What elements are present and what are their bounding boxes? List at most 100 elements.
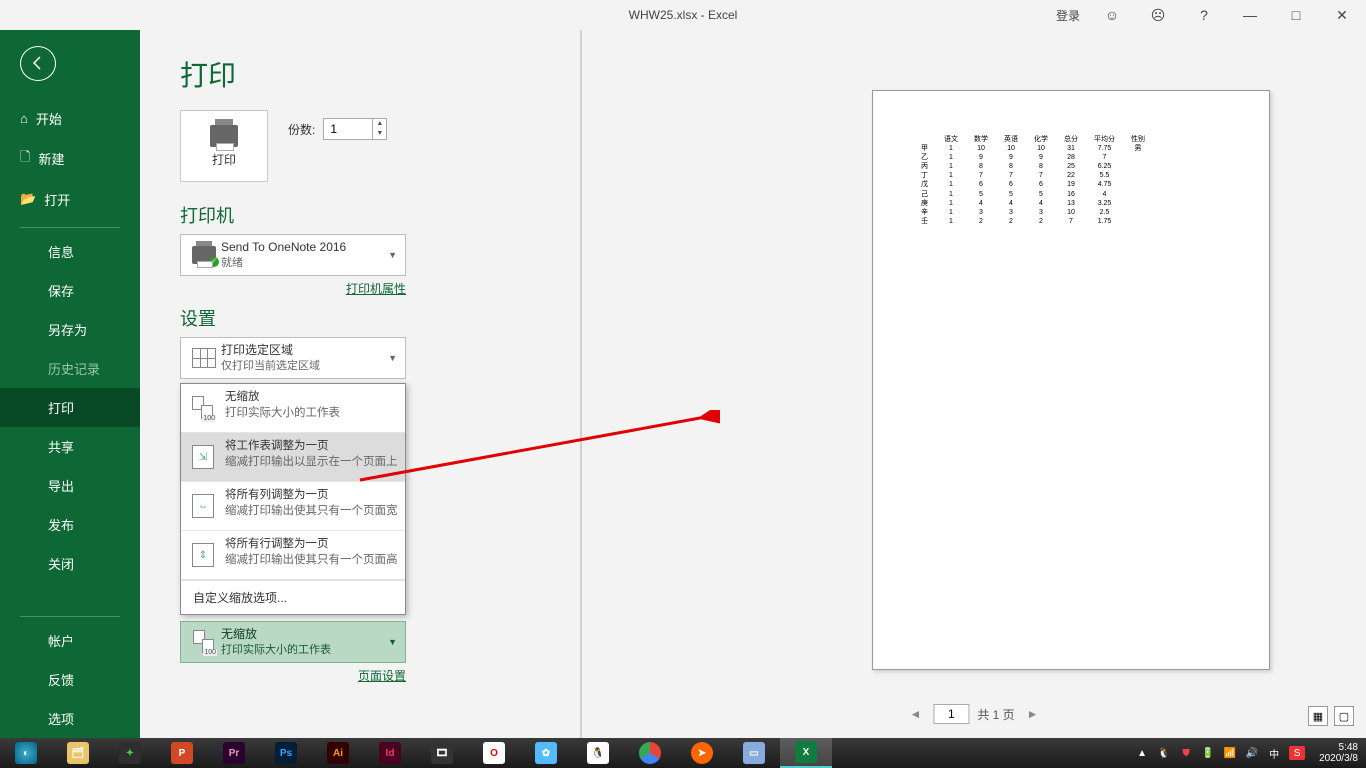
scaling-selector[interactable]: 100 无缩放 打印实际大小的工作表 ▼ — [180, 621, 406, 663]
fit-page-icon: ⇲ — [192, 445, 214, 469]
print-area-selector[interactable]: 打印选定区域 仅打印当前选定区域 ▼ — [180, 337, 406, 379]
sidebar-info[interactable]: 信息 — [0, 232, 140, 271]
prev-page-button[interactable]: ◄ — [905, 707, 925, 721]
login-link[interactable]: 登录 — [1056, 7, 1080, 24]
printer-status: 就绪 — [221, 256, 386, 270]
sidebar-saveas[interactable]: 另存为 — [0, 310, 140, 349]
print-panel: 打印 打印 份数: ▲▼ 打印机 i ✓ Send To OneNote 201… — [140, 30, 1366, 738]
print-area-title: 打印选定区域 — [221, 343, 386, 359]
sidebar-label: 打开 — [44, 190, 70, 209]
print-button[interactable]: 打印 — [180, 110, 268, 182]
taskbar-app-video[interactable]: 🎞 — [416, 738, 468, 768]
sidebar-options[interactable]: 选项 — [0, 699, 140, 738]
printer-selector[interactable]: ✓ Send To OneNote 2016 就绪 ▼ — [180, 234, 406, 276]
sidebar-label: 历史记录 — [48, 359, 100, 378]
tray-qq-icon[interactable]: 🐧 — [1157, 746, 1171, 760]
printer-properties-link[interactable]: 打印机属性 — [346, 282, 406, 296]
zoom-to-page-button[interactable]: ▢ — [1334, 706, 1354, 726]
title-bar: WHW25.xlsx - Excel 登录 ☺ ☹ ? — □ ✕ — [0, 0, 1366, 30]
taskbar-app-premiere[interactable]: Pr — [208, 738, 260, 768]
tray-volume-icon[interactable]: 🔊 — [1245, 746, 1259, 760]
minimize-button[interactable]: — — [1236, 0, 1264, 30]
window-title: WHW25.xlsx - Excel — [629, 8, 738, 22]
titlebar-right: 登录 ☺ ☹ ? — □ ✕ — [1056, 0, 1366, 30]
taskbar-app-chat[interactable]: ✿ — [520, 738, 572, 768]
scaling-option-fit-columns[interactable]: ⇔ 将所有列调整为一页缩减打印输出使其只有一个页面宽 — [181, 482, 405, 531]
next-page-button[interactable]: ► — [1023, 707, 1043, 721]
sidebar-label: 共享 — [48, 437, 74, 456]
taskbar-clock[interactable]: 5:48 2020/3/8 — [1313, 742, 1358, 765]
taskbar-app-notes[interactable]: ▭ — [728, 738, 780, 768]
taskbar-app-indesign[interactable]: Id — [364, 738, 416, 768]
scaling-option-fit-sheet[interactable]: ⇲ 将工作表调整为一页缩减打印输出以显示在一个页面上 — [181, 433, 405, 482]
printer-name: Send To OneNote 2016 — [221, 240, 386, 256]
taskbar-app-opera[interactable]: O — [468, 738, 520, 768]
sidebar-account[interactable]: 帐户 — [0, 621, 140, 660]
tray-wifi-icon[interactable]: 📶 — [1223, 746, 1237, 760]
show-margins-button[interactable]: ▦ — [1308, 706, 1328, 726]
sidebar-label: 信息 — [48, 242, 74, 261]
pages-icon: 100 — [192, 396, 214, 420]
help-button[interactable]: ? — [1190, 0, 1218, 30]
spinner-up-icon[interactable]: ▲ — [373, 119, 386, 129]
taskbar-app-photoshop[interactable]: Ps — [260, 738, 312, 768]
pages-icon: 100 — [193, 630, 215, 654]
fit-columns-icon: ⇔ — [192, 494, 214, 518]
sidebar-history: 历史记录 — [0, 349, 140, 388]
sidebar-feedback[interactable]: 反馈 — [0, 660, 140, 699]
tray-ime-icon[interactable]: 中 — [1267, 746, 1281, 760]
page-navigator: ◄ 共 1 页 ► — [905, 704, 1042, 724]
sidebar-label: 发布 — [48, 515, 74, 534]
sidebar-close[interactable]: 关闭 — [0, 544, 140, 583]
sidebar-share[interactable]: 共享 — [0, 427, 140, 466]
sidebar-label: 反馈 — [48, 670, 74, 689]
taskbar-app-chrome[interactable] — [624, 738, 676, 768]
scaling-custom-option[interactable]: 自定义缩放选项... — [181, 580, 405, 614]
sidebar-save[interactable]: 保存 — [0, 271, 140, 310]
page-setup-link[interactable]: 页面设置 — [358, 669, 406, 683]
taskbar-app-qq[interactable]: 🐧 — [572, 738, 624, 768]
back-button[interactable] — [20, 46, 56, 81]
sidebar-export[interactable]: 导出 — [0, 466, 140, 505]
sidebar-new[interactable]: 🗋 新建 — [0, 138, 140, 180]
backstage-sidebar: ⌂ 开始 🗋 新建 📂 打开 信息 保存 另存为 历史记录 打印 共享 导出 发… — [0, 30, 140, 738]
taskbar-app-explorer[interactable]: 🗂 — [52, 738, 104, 768]
face-smile-icon[interactable]: ☺ — [1098, 0, 1126, 30]
taskbar-app-browser[interactable]: ◐ — [0, 738, 52, 768]
scaling-option-no-scaling[interactable]: 100 无缩放打印实际大小的工作表 — [181, 384, 405, 433]
spinner-down-icon[interactable]: ▼ — [373, 129, 386, 139]
tray-shield-icon[interactable]: ⛊ — [1179, 746, 1193, 760]
face-sad-icon[interactable]: ☹ — [1144, 0, 1172, 30]
scaling-option-fit-rows[interactable]: ⇕ 将所有行调整为一页缩减打印输出使其只有一个页面高 — [181, 531, 405, 580]
printer-icon — [210, 125, 238, 147]
copies-label: 份数: — [288, 121, 315, 138]
tray-battery-icon[interactable]: 🔋 — [1201, 746, 1215, 760]
grid-icon — [192, 348, 216, 368]
sidebar-label: 新建 — [38, 149, 64, 168]
preview-table: 语文数学英语化学总分平均分性别甲1101010317.75男乙1999287丙1… — [913, 135, 1153, 226]
close-button[interactable]: ✕ — [1328, 0, 1356, 30]
preview-page: 语文数学英语化学总分平均分性别甲1101010317.75男乙1999287丙1… — [872, 90, 1270, 670]
separator — [20, 616, 120, 617]
fit-rows-icon: ⇕ — [192, 543, 214, 567]
taskbar-app-wechat[interactable]: ✦ — [104, 738, 156, 768]
print-preview-panel: 语文数学英语化学总分平均分性别甲1101010317.75男乙1999287丙1… — [580, 30, 1366, 738]
document-icon: 🗋 — [20, 148, 30, 170]
sidebar-label: 导出 — [48, 476, 74, 495]
taskbar-app-uc[interactable]: ➤ — [676, 738, 728, 768]
taskbar-app-excel[interactable]: X — [780, 738, 832, 768]
maximize-button[interactable]: □ — [1282, 0, 1310, 30]
copies-spinner[interactable]: ▲▼ — [323, 118, 387, 140]
chevron-down-icon: ▼ — [386, 250, 399, 260]
sidebar-print[interactable]: 打印 — [0, 388, 140, 427]
tray-up-icon[interactable]: ▲ — [1135, 746, 1149, 760]
copies-input[interactable] — [324, 122, 372, 136]
sidebar-open[interactable]: 📂 打开 — [0, 180, 140, 219]
sidebar-home[interactable]: ⌂ 开始 — [0, 99, 140, 138]
sidebar-label: 打印 — [48, 398, 74, 417]
page-number-input[interactable] — [933, 704, 969, 724]
taskbar-app-illustrator[interactable]: Ai — [312, 738, 364, 768]
sidebar-publish[interactable]: 发布 — [0, 505, 140, 544]
tray-sogou-icon[interactable]: S — [1289, 746, 1305, 760]
taskbar-app-powerpoint[interactable]: P — [156, 738, 208, 768]
